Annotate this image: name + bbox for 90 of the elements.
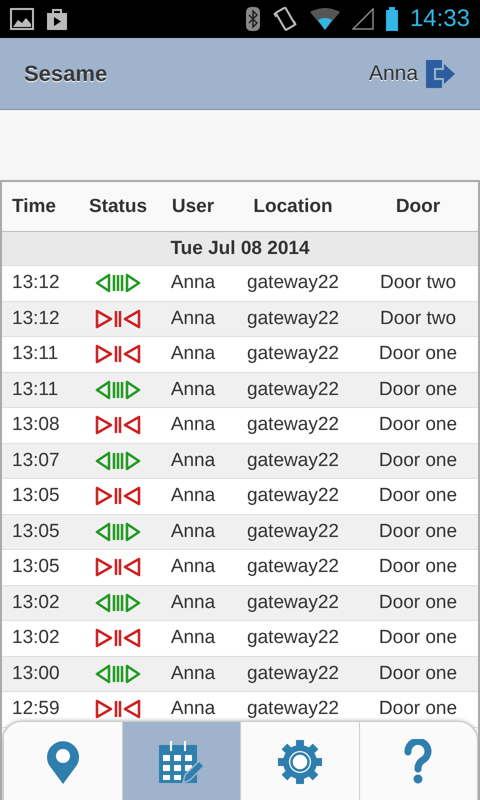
time-cell-text: 13:05 xyxy=(11,485,60,508)
door-cell: Door one xyxy=(378,662,458,685)
time-cell-text: 13:12 xyxy=(11,272,60,294)
location-cell: gateway22 xyxy=(247,485,339,508)
picture-icon xyxy=(10,8,34,30)
door-open-icon xyxy=(95,592,141,613)
door-open-icon xyxy=(95,664,141,684)
door-open-icon xyxy=(95,380,141,400)
user-cell: Anna xyxy=(170,450,216,472)
location-cell: gateway22 xyxy=(247,520,339,543)
door-cell: Door one xyxy=(378,556,458,578)
location-cell: gateway22 xyxy=(247,662,339,685)
time-cell-text: 13:05 xyxy=(11,556,60,578)
user-cell: Anna xyxy=(170,627,216,650)
user-cell: Anna xyxy=(170,662,216,685)
nav-tab[interactable] xyxy=(358,722,477,800)
settings-icon xyxy=(276,738,323,784)
door-closed-icon xyxy=(95,628,141,648)
user-cell: Anna xyxy=(170,414,216,436)
door-cell: Door one xyxy=(378,414,458,436)
door-cell: Door one xyxy=(378,343,458,366)
vibrate-icon xyxy=(272,7,298,31)
date-heading: Tue Jul 08 2014 xyxy=(170,238,310,260)
door-closed-icon xyxy=(95,699,141,720)
column-header: User xyxy=(172,196,214,218)
help-icon xyxy=(403,738,434,784)
wifi-icon xyxy=(310,8,340,30)
user-name: Anna xyxy=(368,62,418,86)
door-cell: Door two xyxy=(380,272,456,294)
location-cell: gateway22 xyxy=(247,272,339,294)
app-title: Sesame xyxy=(24,60,108,86)
door-cell: Door one xyxy=(378,698,458,720)
time-cell-text: 13:07 xyxy=(11,450,60,472)
location-cell: gateway22 xyxy=(247,378,339,401)
column-header: Location xyxy=(253,196,333,218)
user-cell: Anna xyxy=(170,520,216,543)
nav-tab[interactable] xyxy=(122,722,240,800)
time-cell-text: 13:02 xyxy=(11,627,60,650)
door-open-icon xyxy=(95,273,141,294)
user-cell: Anna xyxy=(170,592,216,614)
signal-icon xyxy=(352,8,374,30)
user-cell: Anna xyxy=(170,378,216,401)
door-closed-icon xyxy=(95,486,141,506)
location-cell: gateway22 xyxy=(247,592,339,614)
user-cell: Anna xyxy=(170,308,216,330)
door-closed-icon xyxy=(95,557,141,578)
column-header: Status xyxy=(88,196,148,218)
user-cell: Anna xyxy=(170,698,216,720)
column-header: Time xyxy=(11,196,56,218)
clock: 14:33 xyxy=(410,5,470,33)
door-closed-icon xyxy=(95,308,141,329)
door-cell: Door one xyxy=(378,450,458,472)
location-cell: gateway22 xyxy=(247,556,339,578)
time-cell-text: 13:11 xyxy=(11,343,58,366)
time-cell-text: 12:59 xyxy=(11,698,60,720)
door-cell: Door one xyxy=(378,520,458,543)
user-cell: Anna xyxy=(170,556,216,578)
shopping-bag-icon xyxy=(46,7,68,31)
location-cell: gateway22 xyxy=(247,698,339,720)
door-cell: Door one xyxy=(378,627,458,650)
time-cell-text: 13:08 xyxy=(11,414,60,436)
door-open-icon xyxy=(95,522,141,542)
door-cell: Door one xyxy=(378,592,458,614)
door-closed-icon xyxy=(95,344,141,364)
map-pin-icon xyxy=(44,738,81,784)
user-cell: Anna xyxy=(170,272,216,294)
bluetooth-icon xyxy=(246,7,260,31)
battery-icon xyxy=(386,7,398,31)
location-cell: gateway22 xyxy=(247,450,339,472)
location-cell: gateway22 xyxy=(247,414,339,436)
door-closed-icon xyxy=(95,415,141,436)
logout-icon[interactable] xyxy=(424,58,456,90)
time-cell-text: 13:11 xyxy=(11,378,58,401)
time-cell-text: 13:12 xyxy=(11,308,60,330)
location-cell: gateway22 xyxy=(247,308,339,330)
column-header: Door xyxy=(396,196,440,218)
location-cell: gateway22 xyxy=(247,627,339,650)
nav-tab[interactable] xyxy=(3,722,122,800)
time-cell-text: 13:05 xyxy=(11,520,60,543)
user-cell: Anna xyxy=(170,485,216,508)
door-cell: Door one xyxy=(378,485,458,508)
user-cell: Anna xyxy=(170,343,216,366)
grid-pencil-icon xyxy=(157,738,206,784)
door-cell: Door one xyxy=(378,378,458,401)
nav-tab[interactable] xyxy=(240,722,358,800)
door-open-icon xyxy=(95,450,141,471)
time-cell-text: 13:00 xyxy=(11,662,60,685)
time-cell-text: 13:02 xyxy=(11,592,60,614)
location-cell: gateway22 xyxy=(247,343,339,366)
door-cell: Door two xyxy=(380,308,456,330)
